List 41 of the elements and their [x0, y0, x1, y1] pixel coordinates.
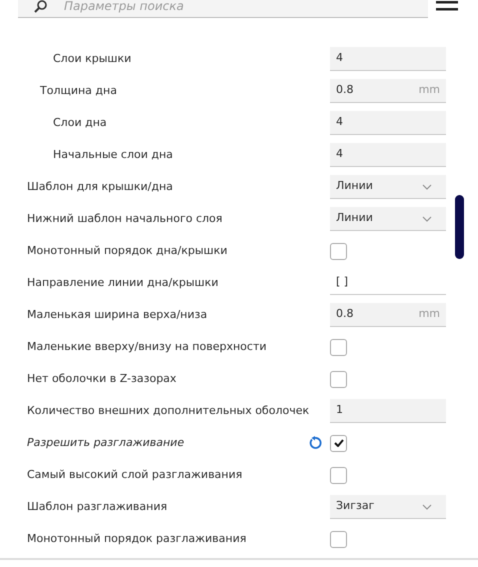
number-field[interactable]: 1 — [330, 399, 446, 423]
search-icon — [34, 0, 48, 12]
setting-label: Направление линии дна/крышки — [27, 274, 220, 291]
checkbox[interactable] — [330, 242, 347, 260]
search-input[interactable]: Параметры поиска — [62, 0, 402, 16]
setting-label: Шаблон для крышки/дна — [27, 178, 174, 195]
dropdown[interactable]: Линии — [330, 207, 446, 231]
setting-label: Начальные слои дна — [53, 146, 174, 163]
dropdown[interactable]: Зигзаг — [330, 495, 446, 519]
dropdown[interactable]: Линии — [330, 175, 446, 199]
number-field[interactable]: 4 — [330, 143, 446, 167]
checkbox[interactable] — [330, 530, 347, 548]
setting-label: Толщина дна — [40, 82, 118, 99]
chevron-icon — [422, 504, 432, 510]
setting-label: Самый высокий слой разглаживания — [27, 466, 244, 483]
checkbox[interactable] — [330, 466, 347, 484]
chevron-icon — [422, 184, 432, 190]
setting-label: Слои крышки — [53, 50, 132, 67]
number-field[interactable]: 4 — [330, 111, 446, 135]
search-field[interactable]: Параметры поиска — [18, 0, 428, 18]
checkbox[interactable] — [330, 434, 347, 452]
scrollbar-thumb[interactable] — [455, 195, 464, 259]
number-field[interactable]: 4 — [330, 47, 446, 71]
setting-label: Нет оболочки в Z-зазорах — [27, 370, 178, 387]
setting-label: Маленькая ширина верха/низа — [27, 306, 208, 323]
setting-label: Нижний шаблон начального слоя — [27, 210, 224, 227]
setting-label: Слои дна — [53, 114, 108, 131]
number-field[interactable]: 0.8 mm — [330, 79, 446, 103]
number-field[interactable]: 0.8 mm — [330, 303, 446, 327]
reset-icon[interactable] — [308, 436, 322, 450]
checkmark-icon — [334, 439, 344, 447]
setting-label: Монотонный порядок дна/крышки — [27, 242, 228, 259]
setting-label: Количество внешних дополнительных оболочек — [27, 402, 310, 419]
setting-label: Маленькие вверху/внизу на поверхности — [27, 338, 268, 355]
chevron-icon — [422, 216, 432, 222]
setting-label: Шаблон разглаживания — [27, 498, 168, 515]
setting-label: Разрешить разглаживание — [27, 434, 186, 451]
checkbox[interactable] — [330, 370, 347, 388]
checkbox[interactable] — [330, 338, 347, 356]
setting-label: Монотонный порядок разглаживания — [27, 530, 248, 547]
text-field[interactable]: [ ] — [330, 271, 446, 295]
